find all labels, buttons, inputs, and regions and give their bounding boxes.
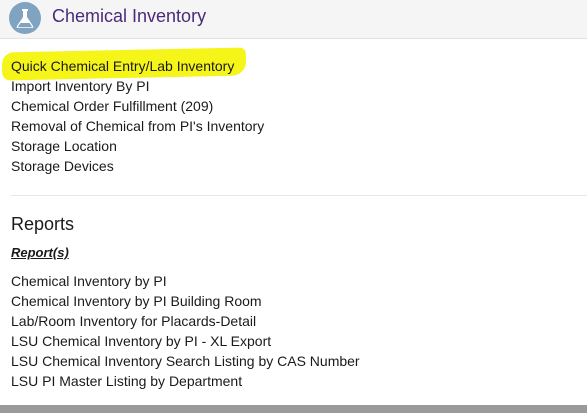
page-title: Chemical Inventory: [52, 6, 207, 26]
report-link-lsu-search-by-cas[interactable]: LSU Chemical Inventory Search Listing by…: [11, 351, 360, 371]
reports-heading: Reports: [11, 214, 75, 234]
reports-list: Chemical Inventory by PI Chemical Invent…: [11, 271, 360, 391]
page-header: Chemical Inventory: [0, 0, 587, 39]
link-storage-location[interactable]: Storage Location: [11, 136, 264, 156]
link-quick-chemical-entry[interactable]: Quick Chemical Entry/Lab Inventory: [1, 47, 264, 81]
reports-subheading: Report(s): [11, 245, 69, 260]
section-divider: [11, 195, 587, 196]
flask-icon: [9, 2, 41, 34]
report-link-lsu-inventory-xl-export[interactable]: LSU Chemical Inventory by PI - XL Export: [11, 331, 360, 351]
report-link-lab-room-inventory-placards[interactable]: Lab/Room Inventory for Placards-Detail: [11, 311, 360, 331]
report-link-lsu-pi-master-listing[interactable]: LSU PI Master Listing by Department: [11, 371, 360, 391]
report-link-chemical-inventory-by-pi[interactable]: Chemical Inventory by PI: [11, 271, 360, 291]
bottom-scrollbar[interactable]: [0, 405, 587, 413]
link-storage-devices[interactable]: Storage Devices: [11, 156, 264, 176]
link-import-inventory-by-pi[interactable]: Import Inventory By PI: [11, 76, 264, 96]
link-removal-of-chemical[interactable]: Removal of Chemical from PI's Inventory: [11, 116, 264, 136]
report-link-chemical-inventory-by-pi-building-room[interactable]: Chemical Inventory by PI Building Room: [11, 291, 360, 311]
link-chemical-order-fulfillment[interactable]: Chemical Order Fulfillment (209): [11, 96, 264, 116]
chemical-inventory-links: Quick Chemical Entry/Lab Inventory Impor…: [1, 47, 264, 176]
